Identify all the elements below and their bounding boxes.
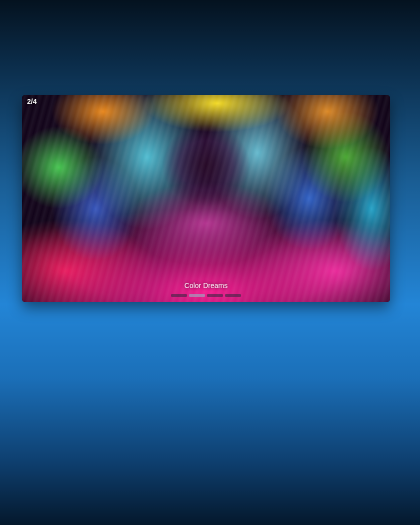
- slideshow[interactable]: 2/4 Color Dreams: [22, 95, 390, 302]
- slide-indicator-4[interactable]: [225, 294, 241, 297]
- slide-caption: Color Dreams: [184, 283, 228, 290]
- slide-indicators: [22, 294, 390, 297]
- slide-counter: 2/4: [27, 99, 37, 106]
- slide-image[interactable]: [22, 95, 390, 302]
- slide-indicator-3[interactable]: [207, 294, 223, 297]
- slide-indicator-1[interactable]: [171, 294, 187, 297]
- slide-indicator-2[interactable]: [189, 294, 205, 297]
